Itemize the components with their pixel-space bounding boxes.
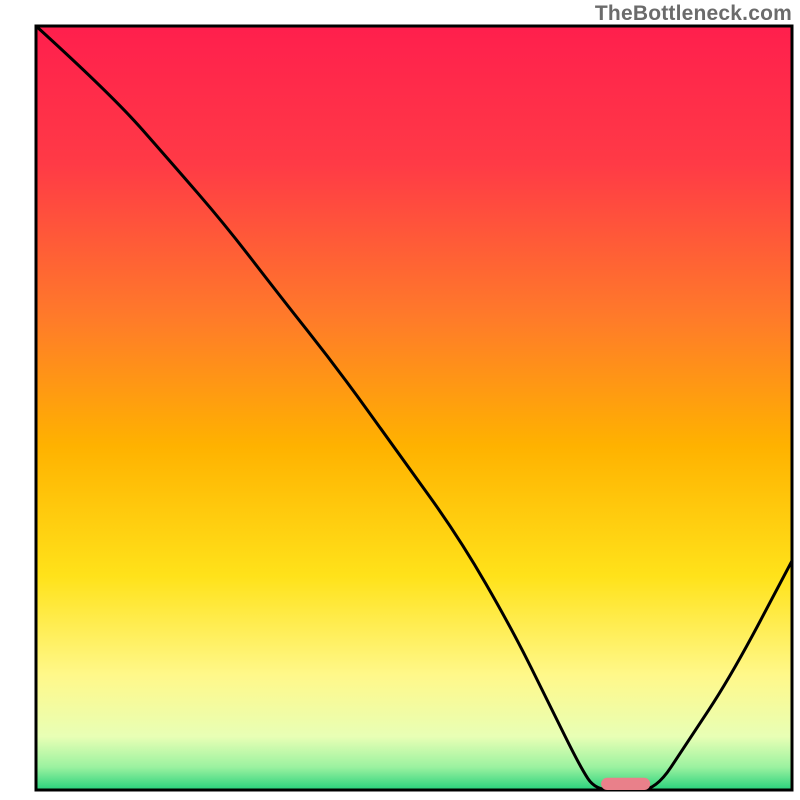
optimal-point-marker [601, 778, 650, 790]
bottleneck-chart [0, 0, 800, 800]
plot-background [36, 26, 792, 790]
chart-container: TheBottleneck.com [0, 0, 800, 800]
watermark-label: TheBottleneck.com [595, 2, 792, 26]
